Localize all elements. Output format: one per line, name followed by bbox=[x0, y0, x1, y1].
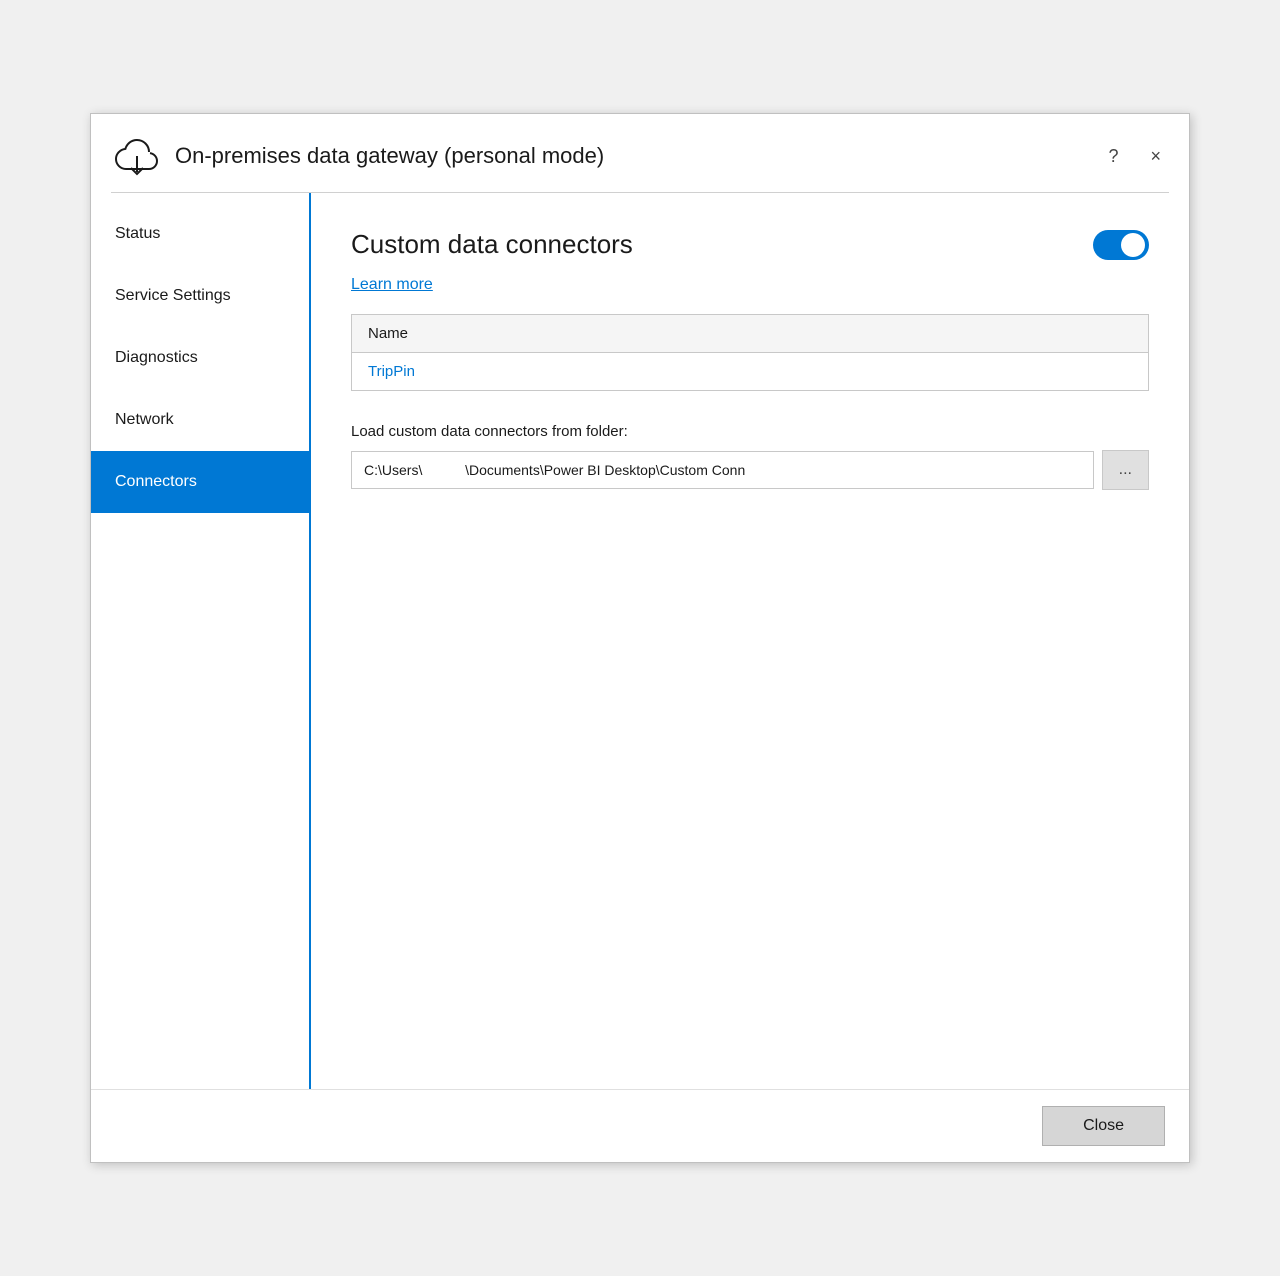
title-bar: On-premises data gateway (personal mode)… bbox=[91, 114, 1189, 192]
title-controls: ? × bbox=[1100, 142, 1169, 171]
folder-row: ... bbox=[351, 450, 1149, 490]
sidebar: Status Service Settings Diagnostics Netw… bbox=[91, 193, 311, 1089]
section-title: Custom data connectors bbox=[351, 229, 633, 260]
help-button[interactable]: ? bbox=[1100, 142, 1126, 171]
sidebar-item-diagnostics[interactable]: Diagnostics bbox=[91, 327, 309, 389]
content-area: Status Service Settings Diagnostics Netw… bbox=[91, 193, 1189, 1089]
sidebar-item-connectors[interactable]: Connectors bbox=[91, 451, 309, 513]
learn-more-link[interactable]: Learn more bbox=[351, 276, 1149, 294]
close-button[interactable]: Close bbox=[1042, 1106, 1165, 1146]
main-panel: Custom data connectors Learn more Name T… bbox=[311, 193, 1189, 1089]
folder-path-input[interactable] bbox=[351, 451, 1094, 489]
toggle-slider bbox=[1093, 230, 1149, 260]
table-header-name: Name bbox=[352, 315, 1149, 353]
connectors-table: Name TripPin bbox=[351, 314, 1149, 391]
table-row: TripPin bbox=[352, 353, 1149, 391]
main-window: On-premises data gateway (personal mode)… bbox=[90, 113, 1190, 1163]
close-window-button[interactable]: × bbox=[1142, 142, 1169, 171]
table-cell-trippin: TripPin bbox=[352, 353, 1149, 391]
sidebar-item-network[interactable]: Network bbox=[91, 389, 309, 451]
title-left: On-premises data gateway (personal mode) bbox=[111, 130, 604, 182]
custom-connectors-toggle[interactable] bbox=[1093, 230, 1149, 260]
browse-button[interactable]: ... bbox=[1102, 450, 1149, 490]
window-title: On-premises data gateway (personal mode) bbox=[175, 143, 604, 169]
section-header: Custom data connectors bbox=[351, 229, 1149, 260]
footer: Close bbox=[91, 1089, 1189, 1162]
sidebar-item-status[interactable]: Status bbox=[91, 203, 309, 265]
sidebar-item-service-settings[interactable]: Service Settings bbox=[91, 265, 309, 327]
cloud-upload-icon bbox=[111, 130, 163, 182]
folder-label: Load custom data connectors from folder: bbox=[351, 423, 1149, 440]
